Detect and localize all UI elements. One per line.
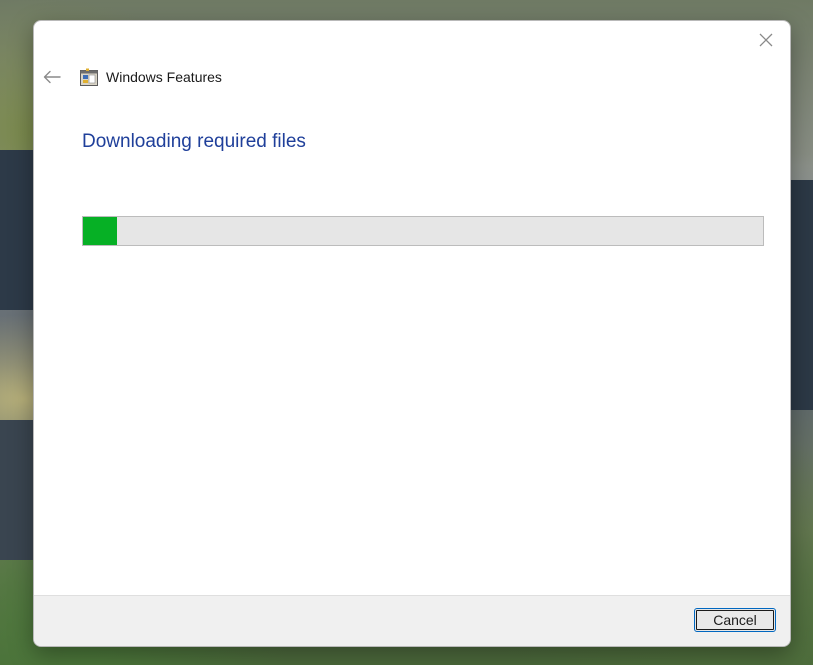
dialog-title: Windows Features bbox=[106, 69, 222, 85]
cancel-button[interactable]: Cancel bbox=[694, 608, 776, 632]
download-progress-bar bbox=[82, 216, 764, 246]
dialog-footer: Cancel bbox=[34, 595, 790, 646]
back-arrow-icon bbox=[43, 70, 61, 84]
windows-features-icon bbox=[80, 68, 98, 86]
progress-bar-fill bbox=[83, 217, 117, 245]
windows-features-dialog: Windows Features Downloading required fi… bbox=[33, 20, 791, 647]
back-button[interactable] bbox=[40, 65, 64, 89]
page-heading: Downloading required files bbox=[82, 131, 306, 152]
close-button[interactable] bbox=[750, 25, 782, 55]
close-icon bbox=[759, 33, 773, 47]
dialog-title-bar: Windows Features bbox=[80, 67, 222, 87]
